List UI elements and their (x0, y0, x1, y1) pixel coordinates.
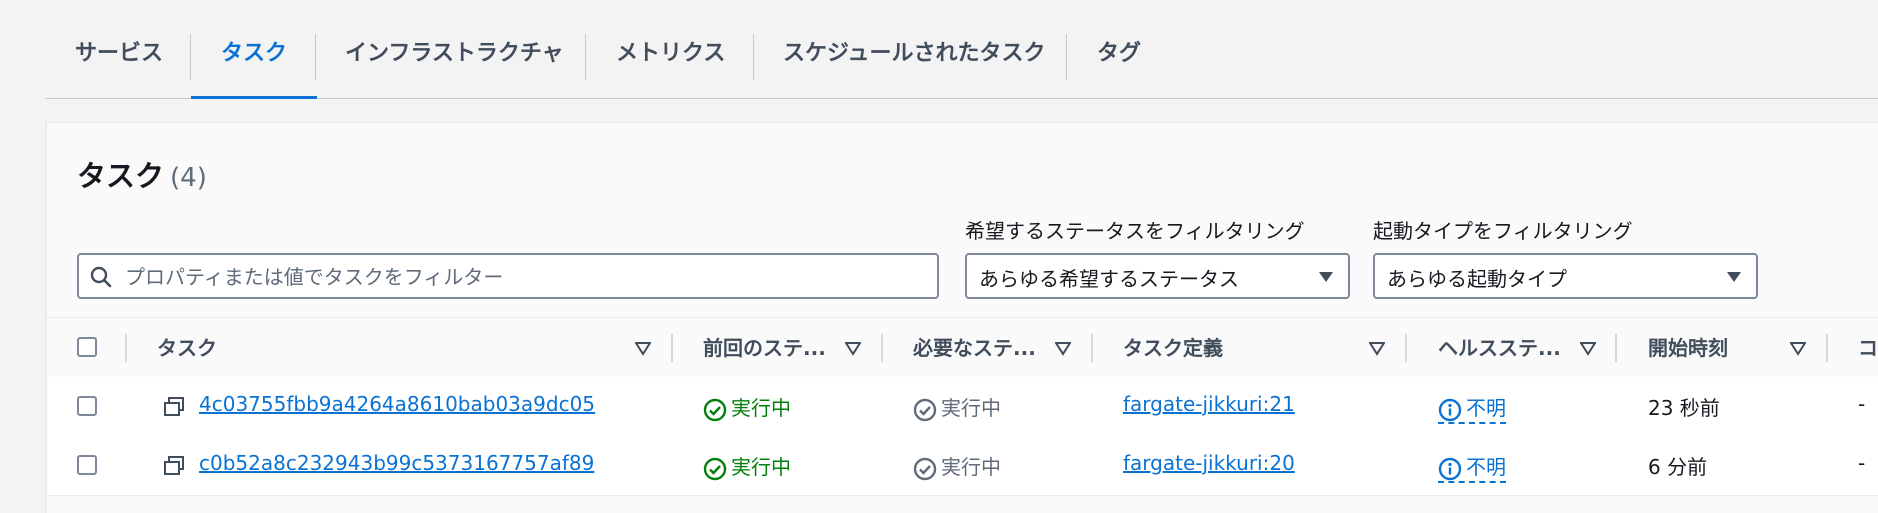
status-check-icon (913, 398, 937, 421)
desired-status-select-value: あらゆる希望するステータス (979, 267, 1239, 291)
desired-status: 実行中 (913, 451, 1001, 481)
table-row: 4c03755fbb9a4264a8610bab03a9dc05 実行中 実行中… (47, 377, 1878, 437)
copy-icon[interactable] (163, 455, 185, 477)
column-divider (1615, 334, 1617, 362)
health-status-text: 不明 (1466, 455, 1506, 479)
task-definition-link[interactable]: fargate-jikkuri:20 (1123, 451, 1295, 475)
search-icon (90, 266, 112, 288)
desired-status: 実行中 (913, 392, 1001, 422)
column-divider (125, 334, 127, 362)
sort-icon[interactable] (1580, 342, 1596, 356)
sort-icon[interactable] (1055, 342, 1071, 356)
task-id-link[interactable]: 4c03755fbb9a4264a8610bab03a9dc05 (199, 392, 595, 416)
health-status-text: 不明 (1466, 396, 1506, 420)
tab-infrastructure[interactable]: インフラストラクチャ (345, 0, 564, 98)
launch-type-select-value: あらゆる起動タイプ (1387, 267, 1567, 291)
last-status: 実行中 (703, 451, 791, 481)
launch-type-select[interactable]: あらゆる起動タイプ (1373, 253, 1758, 299)
tab-tasks[interactable]: タスク (190, 0, 318, 99)
tab-scheduled-tasks[interactable]: スケジュールされたタスク (783, 0, 1045, 98)
column-divider (881, 334, 883, 362)
info-icon (1438, 398, 1462, 421)
task-count: (4) (170, 163, 207, 193)
select-all-checkbox[interactable] (77, 337, 97, 357)
tab-metrics[interactable]: メトリクス (616, 0, 725, 98)
tab-tags[interactable]: タグ (1097, 0, 1141, 98)
last-status: 実行中 (703, 392, 791, 422)
tab-divider (753, 34, 754, 80)
desired-status-text: 実行中 (941, 396, 1001, 420)
truncated-cell: - (1858, 392, 1866, 416)
column-header-desired-status[interactable]: 必要なステ... (913, 318, 1036, 378)
status-check-icon (913, 457, 937, 480)
column-header-task[interactable]: タスク (157, 318, 217, 378)
sort-icon[interactable] (845, 342, 861, 356)
desired-status-text: 実行中 (941, 455, 1001, 479)
started-at: 23 秒前 (1648, 396, 1720, 420)
table-row: c0b52a8c232943b99c5373167757af89 実行中 実行中… (47, 436, 1878, 496)
sort-icon[interactable] (635, 342, 651, 356)
last-status-text: 実行中 (731, 455, 791, 479)
sort-icon[interactable] (1369, 342, 1385, 356)
column-header-task-definition[interactable]: タスク定義 (1123, 318, 1223, 378)
table-header: タスク 前回のステ... 必要なステ... タスク定義 ヘルスステ... 開始時… (47, 317, 1878, 379)
tab-bar: サービス タスク インフラストラクチャ メトリクス スケジュールされたタスク タ… (45, 0, 1878, 99)
health-status[interactable]: 不明 (1438, 392, 1506, 424)
panel-title: タスク (4) (77, 153, 207, 195)
desired-status-select[interactable]: あらゆる希望するステータス (965, 253, 1350, 299)
caret-down-icon (1319, 272, 1333, 282)
caret-down-icon (1727, 272, 1741, 282)
tab-divider (190, 34, 191, 80)
status-success-icon (703, 398, 727, 421)
status-success-icon (703, 457, 727, 480)
column-divider (1091, 334, 1093, 362)
tab-divider (315, 34, 316, 80)
panel-title-text: タスク (77, 159, 165, 193)
tab-divider (1066, 34, 1067, 80)
row-checkbox[interactable] (77, 396, 97, 416)
launch-type-filter-label: 起動タイプをフィルタリング (1373, 219, 1633, 243)
task-id-link[interactable]: c0b52a8c232943b99c5373167757af89 (199, 451, 594, 475)
info-icon (1438, 457, 1462, 480)
column-divider (1826, 334, 1828, 362)
row-checkbox[interactable] (77, 455, 97, 475)
tab-divider (585, 34, 586, 80)
sort-icon[interactable] (1790, 342, 1806, 356)
copy-icon[interactable] (163, 396, 185, 418)
search-input[interactable] (123, 257, 927, 297)
column-header-last-status[interactable]: 前回のステ... (703, 318, 826, 378)
search-field[interactable] (77, 253, 939, 299)
column-divider (671, 334, 673, 362)
started-at: 6 分前 (1648, 455, 1708, 479)
column-header-started-at[interactable]: 開始時刻 (1648, 318, 1728, 378)
tasks-panel: タスク(4) 希望するステータスをフィルタリング あらゆる希望するステータス 起… (45, 122, 1878, 513)
column-header-truncated[interactable]: コ (1858, 318, 1878, 378)
last-status-text: 実行中 (731, 396, 791, 420)
desired-status-filter-label: 希望するステータスをフィルタリング (965, 219, 1305, 243)
column-header-health-status[interactable]: ヘルスステ... (1438, 318, 1561, 378)
task-definition-link[interactable]: fargate-jikkuri:21 (1123, 392, 1295, 416)
tab-services[interactable]: サービス (75, 0, 163, 98)
truncated-cell: - (1858, 451, 1866, 475)
health-status[interactable]: 不明 (1438, 451, 1506, 483)
column-divider (1405, 334, 1407, 362)
